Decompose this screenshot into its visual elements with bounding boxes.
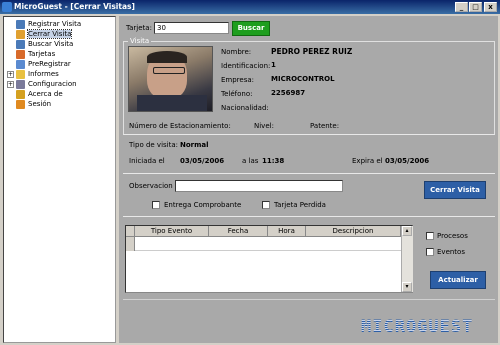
column-header-tipo-evento[interactable]: Tipo Evento xyxy=(135,226,209,237)
eventos-checkbox[interactable] xyxy=(426,248,434,256)
hora-value: 11:38 xyxy=(262,157,285,165)
entrega-comprobante-label: Entrega Comprobante xyxy=(164,201,242,209)
separator xyxy=(123,216,495,217)
sidebar-item-informes[interactable]: + Informes xyxy=(7,69,59,79)
buscar-button[interactable]: Buscar xyxy=(232,21,270,36)
nombre-label: Nombre: xyxy=(221,48,252,56)
app-window: MicroGuest - [Cerrar Visitas] _ □ x Regi… xyxy=(0,0,500,345)
people-icon xyxy=(16,19,25,29)
nombre-value: PEDRO PEREZ RUIZ xyxy=(271,47,353,56)
telefono-value: 2256987 xyxy=(271,89,306,97)
grid-scrollbar[interactable]: ▴ ▾ xyxy=(401,226,413,292)
title-bar: MicroGuest - [Cerrar Visitas] _ □ x xyxy=(0,0,500,14)
tarjeta-input[interactable]: 30 xyxy=(154,22,229,34)
tarjeta-perdida-label: Tarjeta Perdida xyxy=(274,201,326,209)
expand-icon[interactable]: + xyxy=(7,80,14,88)
tarjeta-label: Tarjeta: xyxy=(126,24,152,32)
nivel-label: Nivel: xyxy=(254,122,274,130)
scroll-down-arrow-icon[interactable]: ▾ xyxy=(402,282,412,292)
entrega-comprobante-checkbox[interactable] xyxy=(152,201,160,209)
sidebar-item-label: Buscar Visita xyxy=(28,40,74,48)
identificacion-label: Identificacion: xyxy=(221,62,271,70)
visitor-photo xyxy=(128,46,213,112)
patente-label: Patente: xyxy=(310,122,340,130)
identificacion-value: 1 xyxy=(271,61,276,69)
observacion-label: Observacion xyxy=(129,182,173,190)
sidebar-item-configuracion[interactable]: + Configuracion xyxy=(7,79,77,89)
row-divider xyxy=(135,250,401,251)
close-button[interactable]: x xyxy=(484,2,497,12)
separator xyxy=(123,299,495,300)
tipo-visita-label: Tipo de visita: xyxy=(129,141,179,149)
hair-shape xyxy=(147,51,187,63)
glasses-shape xyxy=(153,67,185,74)
observacion-input[interactable] xyxy=(175,180,343,192)
suit-shape xyxy=(137,95,207,111)
sidebar-item-label: PreRegistrar xyxy=(28,60,71,68)
folder-icon xyxy=(16,69,25,79)
restore-button[interactable]: □ xyxy=(469,2,482,12)
gear-icon xyxy=(16,79,25,89)
expira-value: 03/05/2006 xyxy=(385,157,430,165)
a-las-label: a las xyxy=(242,157,259,165)
sidebar-item-label: Informes xyxy=(28,70,59,78)
scroll-up-arrow-icon[interactable]: ▴ xyxy=(402,226,412,236)
card-icon xyxy=(16,49,25,59)
empresa-value: MICROCONTROL xyxy=(271,75,335,83)
sidebar-item-label: Cerrar Visita xyxy=(26,29,73,39)
cerrar-visita-button[interactable]: Cerrar Visita xyxy=(424,181,486,199)
key-icon xyxy=(16,99,25,109)
grid-corner xyxy=(126,226,135,237)
nacionalidad-label: Nacionalidad: xyxy=(221,104,269,112)
sidebar-item-registrar-visita[interactable]: Registrar Visita xyxy=(16,19,81,29)
info-icon xyxy=(16,89,25,99)
sidebar-item-label: Configuracion xyxy=(28,80,77,88)
sidebar-item-cerrar-visita[interactable]: Cerrar Visita xyxy=(16,29,73,39)
iniciada-label: Iniciada el xyxy=(129,157,165,165)
iniciada-value: 03/05/2006 xyxy=(180,157,225,165)
estacionamiento-label: Número de Estacionamiento: xyxy=(129,122,231,130)
sidebar-item-label: Acerca de xyxy=(28,90,63,98)
document-icon xyxy=(16,59,25,69)
tipo-visita-value: Normal xyxy=(180,141,209,149)
tarjeta-perdida-checkbox[interactable] xyxy=(262,201,270,209)
separator xyxy=(123,173,495,174)
search-people-icon xyxy=(16,39,25,49)
minimize-button[interactable]: _ xyxy=(455,2,468,12)
actualizar-button[interactable]: Actualizar xyxy=(430,271,486,289)
column-header-fecha[interactable]: Fecha xyxy=(209,226,268,237)
row-selector[interactable] xyxy=(126,237,135,251)
sidebar-item-sesion[interactable]: Sesión xyxy=(16,99,51,109)
sidebar-item-tarjetas[interactable]: Tarjetas xyxy=(16,49,55,59)
expand-icon[interactable]: + xyxy=(7,70,14,78)
column-header-descripcion[interactable]: Descripcion xyxy=(306,226,401,237)
expira-label: Expira el xyxy=(352,157,383,165)
sidebar-item-buscar-visita[interactable]: Buscar Visita xyxy=(16,39,73,49)
sidebar-item-preregistrar[interactable]: PreRegistrar xyxy=(16,59,71,69)
main-panel: Tarjeta: 30 Buscar Visita Nombre: PEDRO … xyxy=(119,16,498,343)
sidebar-item-label: Sesión xyxy=(28,100,52,108)
sidebar-item-acerca-de[interactable]: Acerca de xyxy=(16,89,63,99)
visita-group-title: Visita xyxy=(128,37,152,45)
telefono-label: Teléfono: xyxy=(221,90,253,98)
eventos-label: Eventos xyxy=(437,248,465,256)
sidebar-item-label: Tarjetas xyxy=(28,50,56,58)
window-title: MicroGuest - [Cerrar Visitas] xyxy=(14,2,135,11)
procesos-checkbox[interactable] xyxy=(426,232,434,240)
procesos-label: Procesos xyxy=(437,232,468,240)
app-icon xyxy=(2,2,12,12)
column-header-hora[interactable]: Hora xyxy=(268,226,306,237)
empresa-label: Empresa: xyxy=(221,76,255,84)
events-grid[interactable]: Tipo Evento Fecha Hora Descripcion ▴ ▾ xyxy=(125,225,413,293)
door-icon xyxy=(16,29,25,39)
sidebar-tree: Registrar Visita Cerrar Visita Buscar Vi… xyxy=(3,16,116,343)
separator xyxy=(123,134,495,135)
microguest-logo: MICROGUEST xyxy=(361,317,474,337)
sidebar-item-label: Registrar Visita xyxy=(28,20,82,28)
